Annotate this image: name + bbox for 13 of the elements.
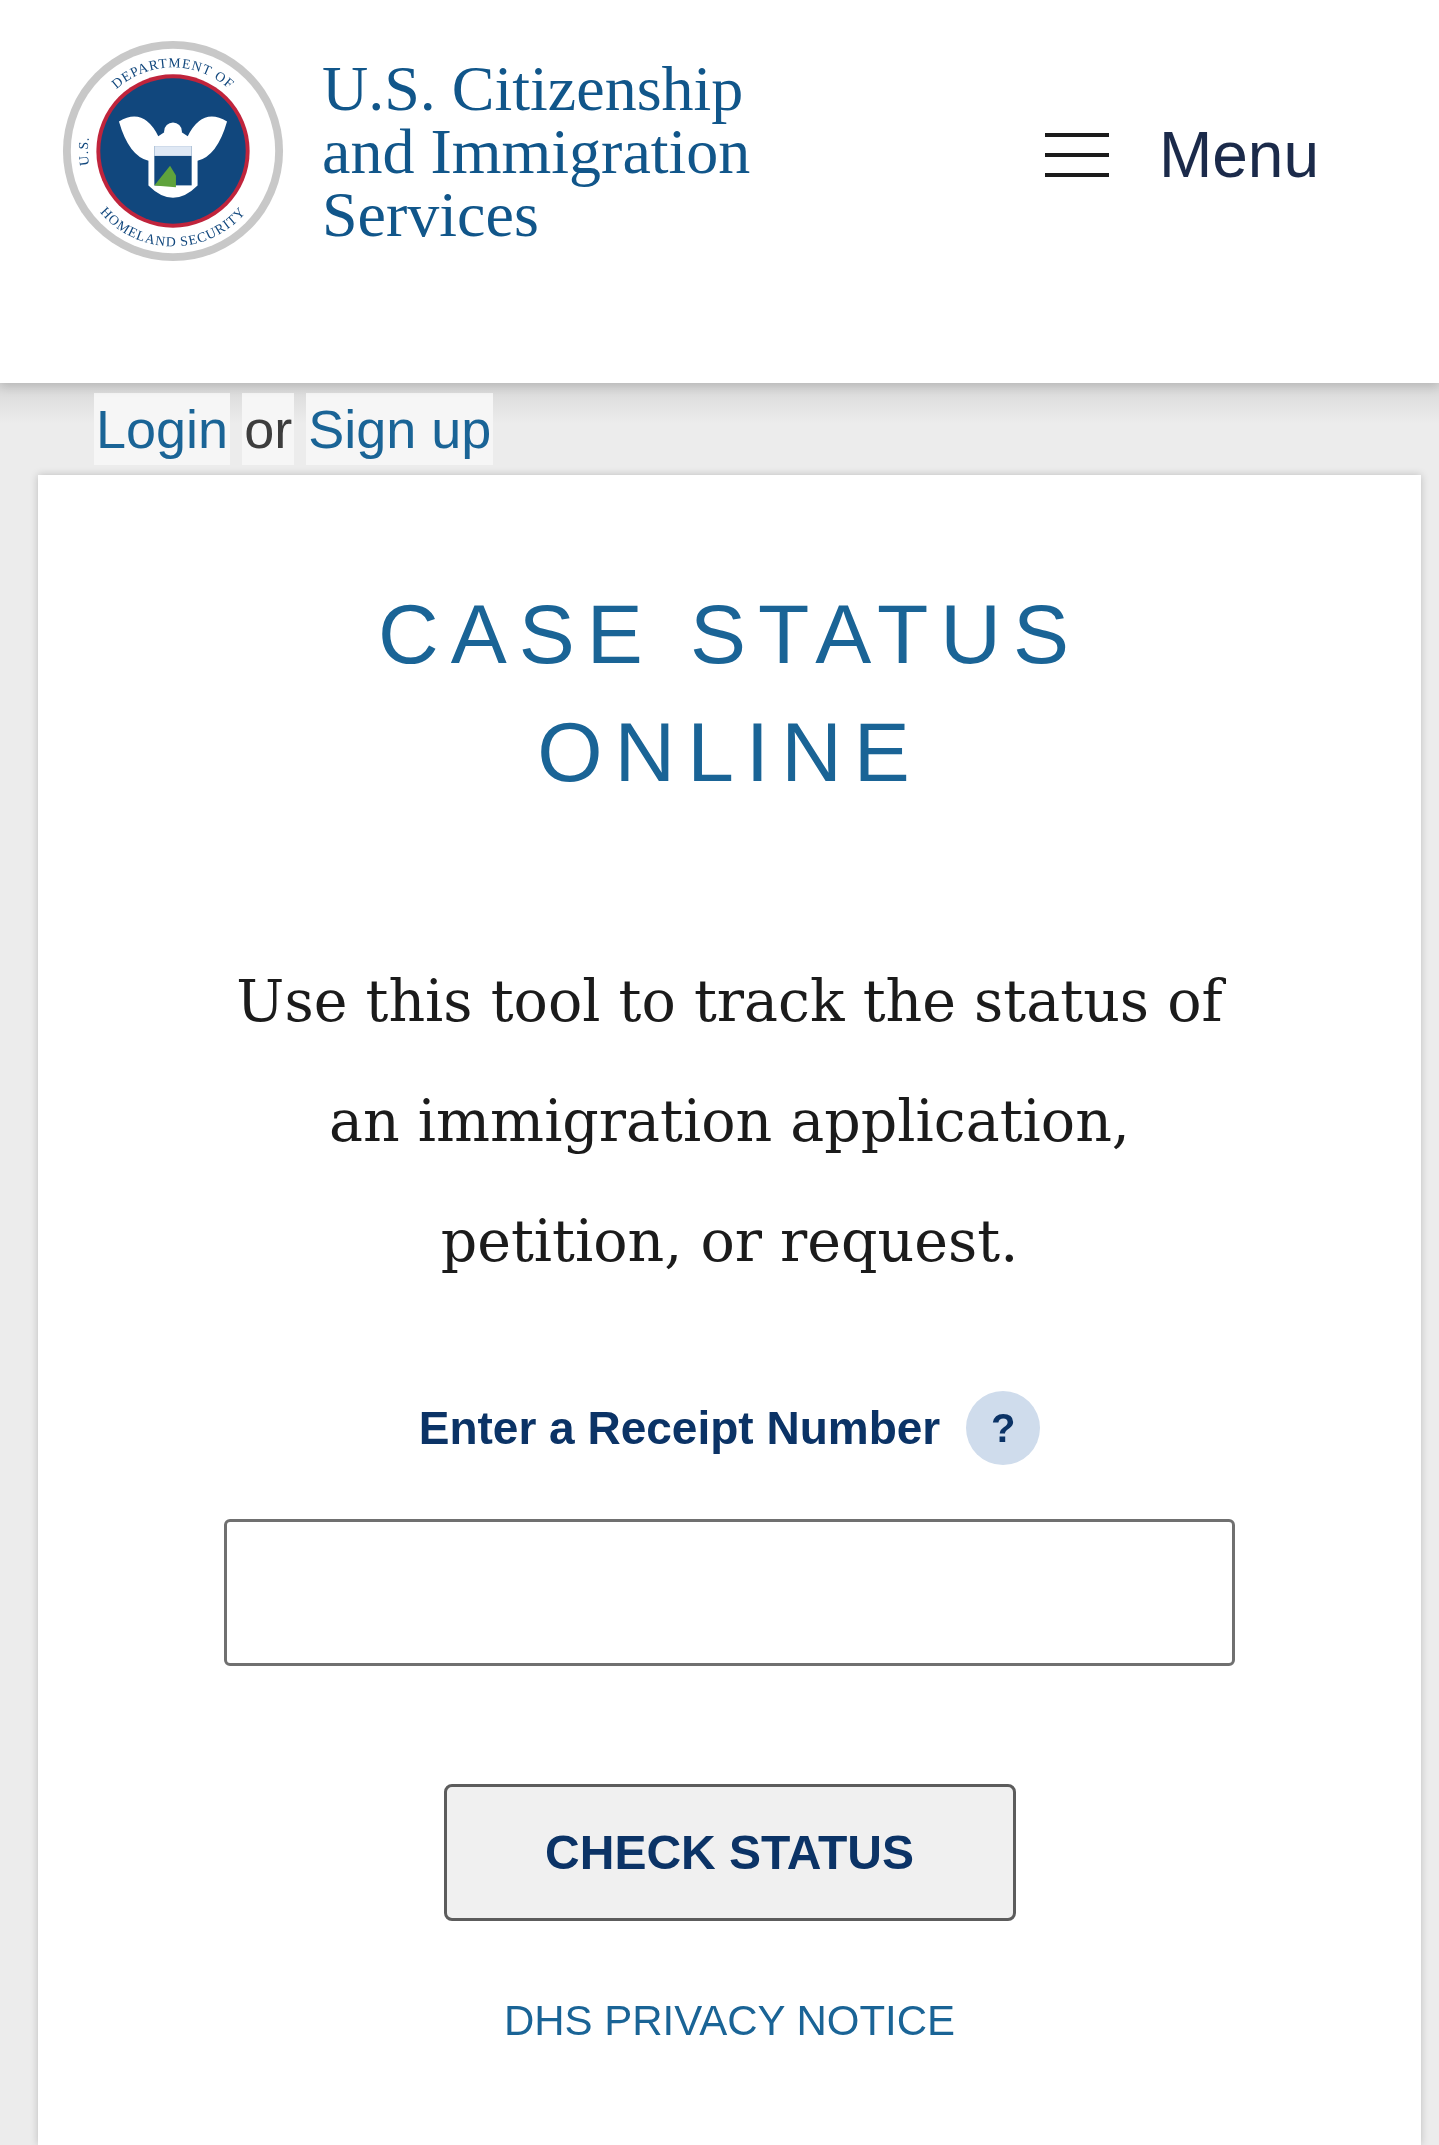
intro-text: Use this tool to track the status of an immigration application, petition, or request.	[234, 941, 1225, 1301]
menu-icon	[1044, 133, 1109, 177]
check-status-button[interactable]: CHECK STATUS	[443, 1784, 1016, 1921]
receipt-input-field[interactable]	[224, 1519, 1235, 1666]
help-button[interactable]: ?	[966, 1391, 1041, 1465]
page-title: CASE STATUS ONLINE	[377, 586, 1082, 801]
agency-name: Services	[322, 182, 539, 246]
field-label: Enter a Receipt Number	[418, 1401, 941, 1455]
login-link[interactable]: Login	[94, 393, 231, 465]
signup-link[interactable]: Sign up	[306, 393, 494, 465]
menu-button[interactable]: Menu	[1044, 118, 1319, 192]
or-text: or	[242, 393, 295, 465]
privacy-link[interactable]: DHS PRIVACY NOTICE	[503, 1997, 956, 2045]
